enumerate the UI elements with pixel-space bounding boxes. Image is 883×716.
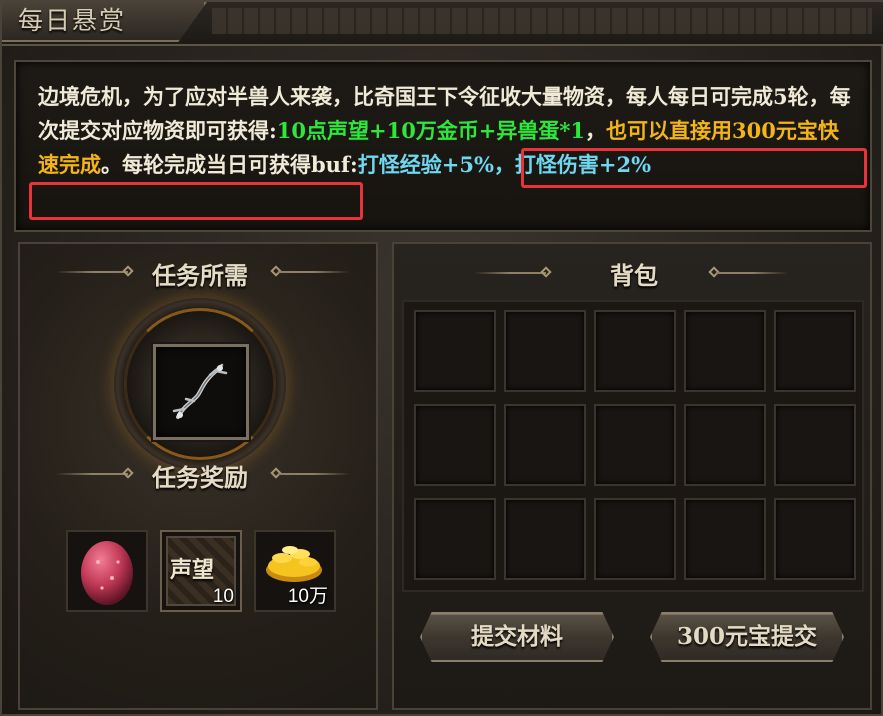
divider xyxy=(716,272,788,274)
bag-slot[interactable] xyxy=(414,498,496,580)
bag-slot[interactable] xyxy=(594,404,676,486)
buff-highlight-box-1 xyxy=(521,148,867,188)
bag-slot[interactable] xyxy=(774,498,856,580)
bag-slot[interactable] xyxy=(594,310,676,392)
buff-highlight-box-2 xyxy=(29,182,363,220)
divider xyxy=(474,272,546,274)
bag-slot[interactable] xyxy=(414,404,496,486)
divider xyxy=(56,271,128,273)
daily-bounty-window: 每日悬赏 边境危机，为了应对半兽人来袭，比奇国王下令征收大量物资，每人每日可完成… xyxy=(0,0,883,716)
title-bar: 每日悬赏 xyxy=(2,2,883,46)
window-title: 每日悬赏 xyxy=(18,6,127,35)
required-item-slot[interactable] xyxy=(153,344,249,440)
desc-period: 。 xyxy=(101,152,122,177)
bag-grid xyxy=(402,300,864,592)
divider xyxy=(278,473,350,475)
monster-egg-icon xyxy=(81,541,133,605)
bag-title: 背包 xyxy=(610,261,658,290)
reward-slot-reputation[interactable]: 声望 10 xyxy=(160,530,242,612)
desc-buff-label: 每轮完成当日可获得buf: xyxy=(122,152,358,177)
reward-title: 任务奖励 xyxy=(152,463,248,492)
description-panel: 边境危机，为了应对半兽人来袭，比奇国王下令征收大量物资，每人每日可完成5轮，每次… xyxy=(14,60,872,232)
divider xyxy=(56,473,128,475)
bag-slot[interactable] xyxy=(594,498,676,580)
reward-slot-gold[interactable]: 10万 xyxy=(254,530,336,612)
reward-count: 10 xyxy=(212,586,234,607)
title-ornament xyxy=(212,8,872,34)
bag-slot[interactable] xyxy=(504,310,586,392)
desc-rewards: 10点声望+10万金币+异兽蛋*1 xyxy=(276,118,585,143)
bag-slot[interactable] xyxy=(774,404,856,486)
bag-slot[interactable] xyxy=(504,498,586,580)
submit-materials-button[interactable]: 提交材料 xyxy=(420,612,614,662)
reputation-label: 声望 xyxy=(170,557,215,583)
required-title: 任务所需 xyxy=(152,261,248,290)
reward-slot-egg[interactable] xyxy=(66,530,148,612)
reward-count: 10万 xyxy=(287,586,328,607)
bag-panel: 背包 提交材料 300元宝提交 xyxy=(392,242,872,710)
bag-slot[interactable] xyxy=(684,498,766,580)
divider xyxy=(278,271,350,273)
bag-slot[interactable] xyxy=(684,404,766,486)
bone-whip-icon xyxy=(172,363,228,419)
desc-comma: ， xyxy=(585,118,606,143)
bag-slot[interactable] xyxy=(774,310,856,392)
bag-slot[interactable] xyxy=(414,310,496,392)
task-panel: 任务所需 任务奖励 声望 10 10万 xyxy=(18,242,378,710)
divider-diamond xyxy=(540,266,552,278)
ingot-submit-button[interactable]: 300元宝提交 xyxy=(650,612,844,662)
bag-slot[interactable] xyxy=(684,310,766,392)
bag-slot[interactable] xyxy=(504,404,586,486)
